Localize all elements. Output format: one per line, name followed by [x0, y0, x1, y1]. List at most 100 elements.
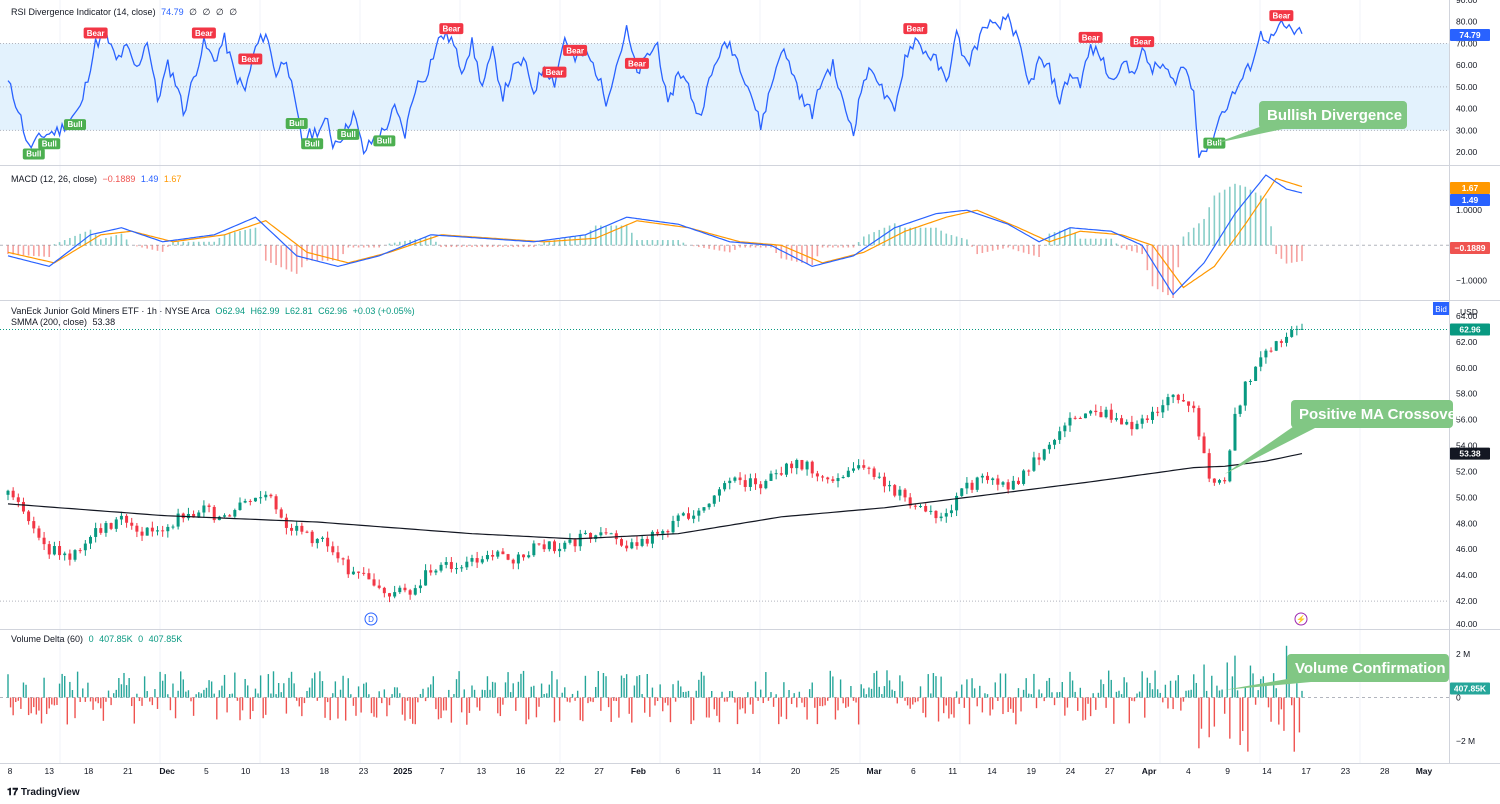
time-axis-label: 24 [1066, 766, 1076, 776]
volume-value-3: 0 [138, 634, 144, 644]
candle-body [563, 542, 567, 549]
ohlc-open: 62.94 [222, 306, 245, 316]
candle-body [228, 515, 232, 517]
macd-title: MACD (12, 26, close) [11, 174, 98, 184]
candle-body [532, 543, 536, 556]
candle-body [754, 478, 758, 485]
time-axis-label: 21 [123, 766, 133, 776]
candle-body [949, 510, 953, 514]
time-axis-label: Dec [159, 766, 175, 776]
candle-body [888, 485, 892, 487]
smma-badge: 53.38 [1450, 447, 1490, 460]
candle-body [1192, 405, 1196, 409]
price-axis-tick: 62.00 [1456, 337, 1478, 347]
candle-body [697, 510, 701, 516]
candle-body [233, 510, 237, 517]
tradingview-logo[interactable]: 𝟏𝟕 TradingView [7, 787, 80, 798]
candle-body [826, 477, 830, 480]
candle-body [1058, 431, 1062, 440]
candle-body [114, 519, 118, 529]
time-axis-label: 11 [713, 766, 722, 776]
currency-label: USD [1460, 307, 1478, 317]
time-axis-label: 14 [987, 766, 997, 776]
rsi-axis-tick: 50.00 [1456, 82, 1478, 92]
candle-body [21, 501, 25, 512]
candle-body [398, 587, 402, 593]
candle-body [1171, 394, 1175, 398]
rsi-bear-label: Bear [191, 27, 216, 39]
candle-body [1300, 328, 1304, 330]
time-axis-label: 19 [1026, 766, 1036, 776]
candle-body [140, 531, 144, 536]
candle-body [1161, 405, 1165, 413]
candle-body [862, 465, 866, 468]
candle-body [790, 463, 794, 469]
macd-hist-badge-text: −0.1889 [1455, 243, 1486, 253]
candle-body [336, 552, 340, 559]
macd-line-badge-text: 1.49 [1462, 195, 1479, 205]
candle-body [470, 558, 474, 562]
candle-body [640, 538, 644, 546]
candle-body [341, 558, 345, 560]
candle-body [439, 564, 443, 571]
candle-body [135, 525, 139, 532]
candle-body [877, 476, 881, 478]
candle-body [960, 488, 964, 496]
candle-body [1290, 329, 1294, 337]
last-price-badge-text: 62.96 [1459, 324, 1481, 334]
macd-axis-tick: 1.0000 [1456, 205, 1482, 215]
candle-body [898, 489, 902, 496]
candle-body [393, 592, 397, 597]
candle-body [1135, 423, 1139, 430]
candle-body [511, 559, 515, 564]
flash-marker-icon: ⚡ [1294, 612, 1308, 626]
rsi-axis-tick: 60.00 [1456, 60, 1478, 70]
candle-body [104, 523, 108, 533]
rsi-axis-tick: 90.00 [1456, 0, 1478, 5]
price-callout-pointer [1224, 424, 1315, 475]
candle-body [970, 482, 974, 490]
candle-body [1176, 394, 1180, 401]
candle-body [119, 515, 123, 520]
time-axis-label: 8 [8, 766, 13, 776]
bear-label-text: Bear [1082, 33, 1100, 42]
time-axis-label: 27 [594, 766, 604, 776]
rsi-axis-tick: 80.00 [1456, 17, 1478, 27]
candle-body [290, 527, 294, 531]
rsi-bear-label: Bear [1078, 31, 1103, 43]
time-axis-label: 25 [830, 766, 840, 776]
bull-label-text: Bull [341, 130, 356, 139]
volume-last-badge-text: 407.85K [1454, 684, 1487, 694]
candle-body [1207, 453, 1211, 479]
symbol-title[interactable]: VanEck Junior Gold Miners ETF · 1h · NYS… [11, 306, 210, 316]
candle-body [759, 484, 763, 489]
candle-body [1006, 482, 1010, 490]
bear-label-text: Bear [906, 25, 924, 34]
candle-body [1295, 328, 1299, 330]
candle-body [109, 523, 113, 529]
time-axis-label: 11 [948, 766, 957, 776]
candle-body [573, 539, 577, 547]
time-axis-label: 14 [1262, 766, 1272, 776]
smma-legend: SMMA (200, close) 53.38 [11, 317, 118, 327]
candle-body [99, 528, 103, 533]
candle-body [372, 579, 376, 586]
candle-body [78, 550, 82, 552]
bear-label-text: Bear [241, 55, 259, 64]
candle-body [712, 495, 716, 504]
candle-body [738, 477, 742, 481]
time-axis-label: 14 [752, 766, 762, 776]
rsi-extra-1: ∅ [189, 7, 197, 17]
candle-body [619, 539, 623, 546]
time-axis-label: 7 [440, 766, 445, 776]
time-axis-label: Apr [1142, 766, 1157, 776]
volume-last-badge: 407.85K [1450, 682, 1490, 695]
time-axis-label: 23 [1341, 766, 1351, 776]
rsi-bear-label: Bear [1130, 36, 1155, 48]
candle-body [506, 554, 510, 560]
candle-body [671, 520, 675, 533]
time-axis-label: 28 [1380, 766, 1390, 776]
symbol-legend: VanEck Junior Gold Miners ETF · 1h · NYS… [11, 306, 415, 316]
candle-body [650, 531, 654, 544]
candle-body [867, 467, 871, 469]
